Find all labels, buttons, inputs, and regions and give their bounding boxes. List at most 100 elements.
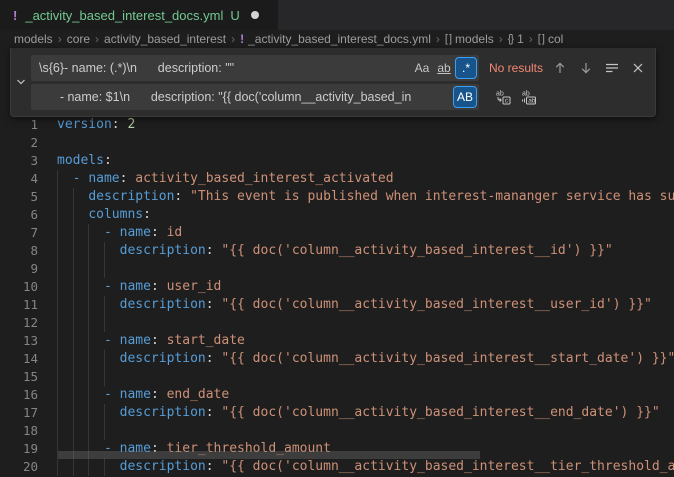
breadcrumb-item[interactable]: models [14, 32, 53, 46]
tab-active-file[interactable]: ! _activity_based_interest_docs.yml U [0, 0, 278, 30]
code-line[interactable]: 9 [0, 260, 674, 278]
whole-word-toggle[interactable]: ab [434, 58, 454, 78]
code-line[interactable]: 5 description: "This event is published … [0, 188, 674, 206]
code-line[interactable]: 15 [0, 368, 674, 386]
line-number[interactable]: 1 [0, 116, 38, 134]
code-text: version: 2 [57, 116, 135, 134]
tab-bar: ! _activity_based_interest_docs.yml U [0, 0, 674, 30]
code-line[interactable]: 4 - name: activity_based_interest_activa… [0, 170, 674, 188]
line-number[interactable]: 10 [0, 278, 38, 296]
close-button[interactable] [626, 57, 649, 80]
code-line[interactable]: 8 description: "{{ doc('column__activity… [0, 242, 674, 260]
indent-guide [88, 314, 89, 332]
breadcrumb-item[interactable]: core [67, 32, 90, 46]
line-number[interactable]: 6 [0, 206, 38, 224]
line-number[interactable]: 14 [0, 350, 38, 368]
line-number[interactable]: 2 [0, 134, 38, 152]
code-text: - name: user_id [57, 278, 221, 296]
find-in-selection-button[interactable] [600, 57, 623, 80]
indent-guide [88, 368, 89, 386]
line-number[interactable]: 13 [0, 332, 38, 350]
preserve-case-toggle[interactable]: AB [454, 87, 476, 107]
code-text: description: "This event is published wh… [57, 188, 674, 206]
code-line[interactable]: 10 - name: user_id [0, 278, 674, 296]
breadcrumb-separator-icon: › [499, 32, 503, 46]
code-text: columns: [57, 206, 151, 224]
code-line[interactable]: 2 [0, 134, 674, 152]
indent-guide [57, 260, 58, 278]
find-row: Aa ab .* No results [31, 55, 649, 81]
unsaved-changes-dot-icon[interactable] [251, 11, 259, 19]
replace-all-button[interactable]: ab ab [517, 86, 540, 109]
indent-guide [104, 368, 105, 386]
code-line[interactable]: 3models: [0, 152, 674, 170]
indent-guide [73, 368, 74, 386]
code-line[interactable]: 7 - name: id [0, 224, 674, 242]
breadcrumb-item-label: activity_based_interest [104, 32, 226, 46]
line-number[interactable]: 3 [0, 152, 38, 170]
breadcrumb-item-label: models [14, 32, 53, 46]
svg-text:ab: ab [528, 98, 536, 105]
line-number[interactable]: 11 [0, 296, 38, 314]
yaml-file-icon: ! [13, 8, 17, 23]
find-options: Aa ab .* [412, 58, 476, 78]
indent-guide [104, 260, 105, 278]
code-line[interactable]: 13 - name: start_date [0, 332, 674, 350]
code-text: - name: start_date [57, 332, 245, 350]
line-number[interactable]: 7 [0, 224, 38, 242]
code-text: description: "{{ doc('column__activity_b… [57, 242, 613, 260]
breadcrumb-separator-icon: › [529, 32, 533, 46]
breadcrumb-item-label: col [548, 32, 563, 46]
code-text: - name: id [57, 224, 182, 242]
code-line[interactable]: 1 version: 2 [0, 116, 674, 134]
svg-text:ab: ab [522, 91, 530, 98]
breadcrumb-item-label: 1 [517, 32, 524, 46]
breadcrumb-item[interactable]: [ ]models [445, 32, 494, 46]
toggle-replace-button[interactable] [11, 48, 31, 116]
line-number[interactable]: 8 [0, 242, 38, 260]
replace-input[interactable] [31, 84, 479, 110]
code-line[interactable]: 12 [0, 314, 674, 332]
line-number[interactable]: 5 [0, 188, 38, 206]
breadcrumb-item[interactable]: {} 1 [508, 32, 524, 46]
code-line[interactable]: 17 description: "{{ doc('column__activit… [0, 404, 674, 422]
line-number[interactable]: 19 [0, 440, 38, 458]
breadcrumb-item[interactable]: [ ]col [538, 32, 564, 46]
git-status-badge: U [230, 8, 239, 23]
yaml-file-icon: ! [240, 32, 244, 46]
match-case-toggle[interactable]: Aa [412, 58, 432, 78]
code-text: description: "{{ doc('column__activity_b… [57, 296, 652, 314]
indent-guide [88, 260, 89, 278]
code-line[interactable]: 20 description: "{{ doc('column__activit… [0, 458, 674, 476]
regex-toggle[interactable]: .* [456, 58, 476, 78]
line-number[interactable]: 15 [0, 368, 38, 386]
replace-button[interactable]: ab c [491, 86, 514, 109]
next-match-button[interactable] [574, 57, 597, 80]
code-text: - name: activity_based_interest_activate… [57, 170, 394, 188]
code-line[interactable]: 11 description: "{{ doc('column__activit… [0, 296, 674, 314]
line-number[interactable]: 9 [0, 260, 38, 278]
breadcrumb-item[interactable]: !_activity_based_interest_docs.yml [240, 32, 431, 46]
code-line[interactable]: 14 description: "{{ doc('column__activit… [0, 350, 674, 368]
horizontal-scrollbar[interactable] [58, 451, 480, 459]
code-text: - name: end_date [57, 386, 229, 404]
indent-guide [57, 314, 58, 332]
code-line[interactable]: 16 - name: end_date [0, 386, 674, 404]
line-number[interactable]: 17 [0, 404, 38, 422]
line-number[interactable]: 12 [0, 314, 38, 332]
replace-all-icon: ab ab [521, 89, 537, 105]
breadcrumb-separator-icon: › [58, 32, 62, 46]
indent-guide [88, 422, 89, 440]
vscode-window: { "colors": { "accent_blue": "#3DA0F5", … [0, 0, 674, 477]
code-line[interactable]: 6 columns: [0, 206, 674, 224]
line-number[interactable]: 20 [0, 458, 38, 476]
line-number[interactable]: 16 [0, 386, 38, 404]
symbol-object-icon: {} [508, 33, 513, 45]
breadcrumb-separator-icon: › [95, 32, 99, 46]
line-number[interactable]: 18 [0, 422, 38, 440]
previous-match-button[interactable] [548, 57, 571, 80]
code-line[interactable]: 18 [0, 422, 674, 440]
arrow-up-icon [552, 60, 568, 76]
line-number[interactable]: 4 [0, 170, 38, 188]
breadcrumb-item[interactable]: activity_based_interest [104, 32, 226, 46]
